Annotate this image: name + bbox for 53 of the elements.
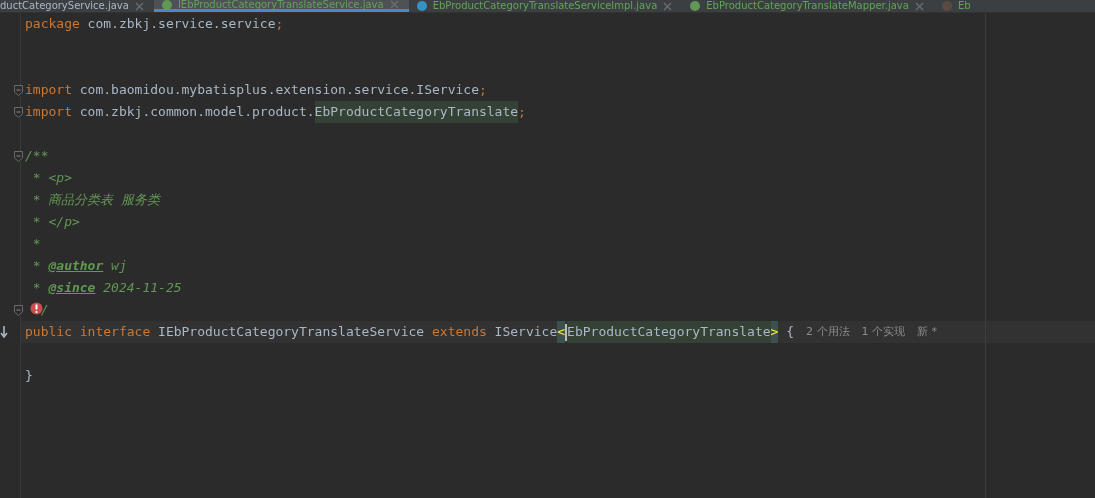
editor-tab[interactable]: IEbProductCategoryTranslateService.java	[153, 0, 409, 12]
code-text: com.baomidou.mybatisplus.extension.service.IService	[78, 81, 479, 99]
doc-comment: * </p>	[31, 213, 80, 231]
highlighted-identifier: EbProductCategoryTranslate	[567, 321, 771, 343]
keyword: ;	[518, 103, 526, 121]
class-icon	[416, 1, 427, 11]
fold-icon[interactable]	[14, 304, 23, 316]
code-text: }	[25, 367, 33, 385]
keyword: package	[25, 15, 80, 33]
text-caret	[565, 323, 568, 341]
doc-comment: *	[31, 279, 42, 297]
fold-icon[interactable]	[14, 84, 23, 96]
code-text: com.zbkj.service.service	[86, 15, 276, 33]
close-icon[interactable]	[134, 1, 144, 11]
interface-icon	[690, 1, 701, 11]
down-arrow-icon[interactable]	[0, 325, 8, 339]
keyword: public interface	[25, 323, 151, 341]
inlay-hint[interactable]: 1 个实现	[861, 321, 906, 343]
keyword: extends	[432, 323, 487, 341]
doc-comment: 2024-11-25	[102, 279, 182, 297]
inlay-hint[interactable]: 新 *	[917, 321, 938, 343]
doc-comment: * 商品分类表 服务类	[31, 191, 161, 209]
keyword: import	[25, 103, 72, 121]
keyword: import	[25, 81, 72, 99]
error-bulb-icon[interactable]	[30, 302, 43, 317]
fold-icon[interactable]	[14, 106, 23, 118]
code-text: IEbProductCategoryTranslateService	[157, 323, 426, 341]
matched-brace: >	[770, 321, 779, 343]
doc-comment: /**	[25, 147, 49, 165]
doc-comment: *	[31, 257, 42, 275]
keyword: ;	[275, 15, 284, 33]
code-text: {	[785, 323, 795, 341]
code-text: com.zbkj.common.model.product.	[78, 103, 315, 121]
doc-comment: * <p>	[31, 169, 72, 187]
keyword: ;	[478, 81, 487, 99]
close-icon[interactable]	[914, 1, 924, 11]
editor-tab[interactable]: ductCategoryService.java	[0, 0, 154, 12]
doc-tag: @author	[48, 255, 104, 277]
matched-brace: <	[557, 321, 566, 343]
doc-tag: @since	[48, 277, 96, 299]
image-icon	[941, 1, 952, 11]
close-icon[interactable]	[663, 1, 673, 11]
inlay-hint[interactable]: 2 个用法	[806, 321, 850, 343]
doc-comment: *	[31, 235, 41, 253]
editor-tab[interactable]: EbProductCategoryTranslateServiceImpl.java	[408, 0, 683, 12]
close-icon[interactable]	[389, 0, 399, 9]
highlighted-identifier: EbProductCategoryTranslate	[314, 101, 519, 123]
code-text: IService	[493, 323, 558, 341]
editor-tab[interactable]: Eb	[933, 0, 981, 12]
interface-icon	[161, 0, 172, 10]
fold-icon[interactable]	[14, 150, 23, 162]
editor-tab[interactable]: EbProductCategoryTranslateMapper.java	[682, 0, 934, 12]
doc-comment: wj	[110, 257, 127, 275]
